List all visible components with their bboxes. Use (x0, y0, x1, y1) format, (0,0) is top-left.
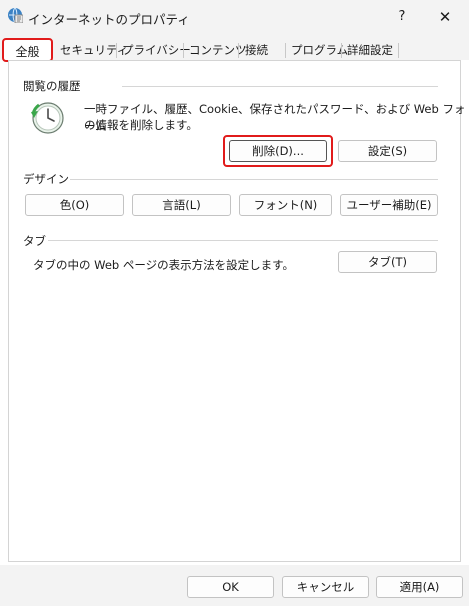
close-button[interactable]: ✕ (434, 6, 456, 28)
tab-divider (183, 43, 184, 58)
tab-connections[interactable]: 接続 (243, 41, 270, 59)
tab-privacy[interactable]: プライバシー (120, 41, 193, 59)
tab-divider (116, 43, 117, 58)
tabs-group-label: タブ (23, 234, 46, 248)
tab-general[interactable]: 全般 (2, 38, 53, 62)
internet-options-icon (8, 7, 23, 23)
delete-history-button[interactable]: 削除(D)... (229, 140, 327, 162)
ok-button[interactable]: OK (187, 576, 274, 598)
tab-content[interactable]: コンテンツ (187, 41, 249, 59)
history-group-label: 閲覧の履歴 (23, 79, 81, 93)
window-title: インターネットのプロパティ (28, 12, 190, 27)
languages-button[interactable]: 言語(L) (132, 194, 231, 216)
history-settings-button[interactable]: 設定(S) (338, 140, 437, 162)
colors-button[interactable]: 色(O) (25, 194, 124, 216)
tab-divider (285, 43, 286, 58)
tab-advanced[interactable]: 詳細設定 (345, 41, 395, 59)
tab-divider (398, 43, 399, 58)
help-button[interactable]: ? (392, 7, 412, 27)
fonts-button[interactable]: フォント(N) (239, 194, 332, 216)
tab-divider (238, 43, 239, 58)
cancel-button[interactable]: キャンセル (282, 576, 369, 598)
design-group-label: デザイン (23, 172, 69, 186)
accessibility-button[interactable]: ユーザー補助(E) (340, 194, 438, 216)
group-divider (48, 240, 438, 241)
apply-button[interactable]: 適用(A) (376, 576, 463, 598)
tabs-settings-button[interactable]: タブ(T) (338, 251, 437, 273)
history-clock-icon (31, 102, 64, 134)
group-divider (70, 179, 438, 180)
history-description-line2: の情報を削除します。 (84, 118, 198, 132)
group-divider (122, 86, 438, 87)
tab-divider (341, 43, 342, 58)
tabs-description: タブの中の Web ページの表示方法を設定します。 (33, 258, 295, 272)
